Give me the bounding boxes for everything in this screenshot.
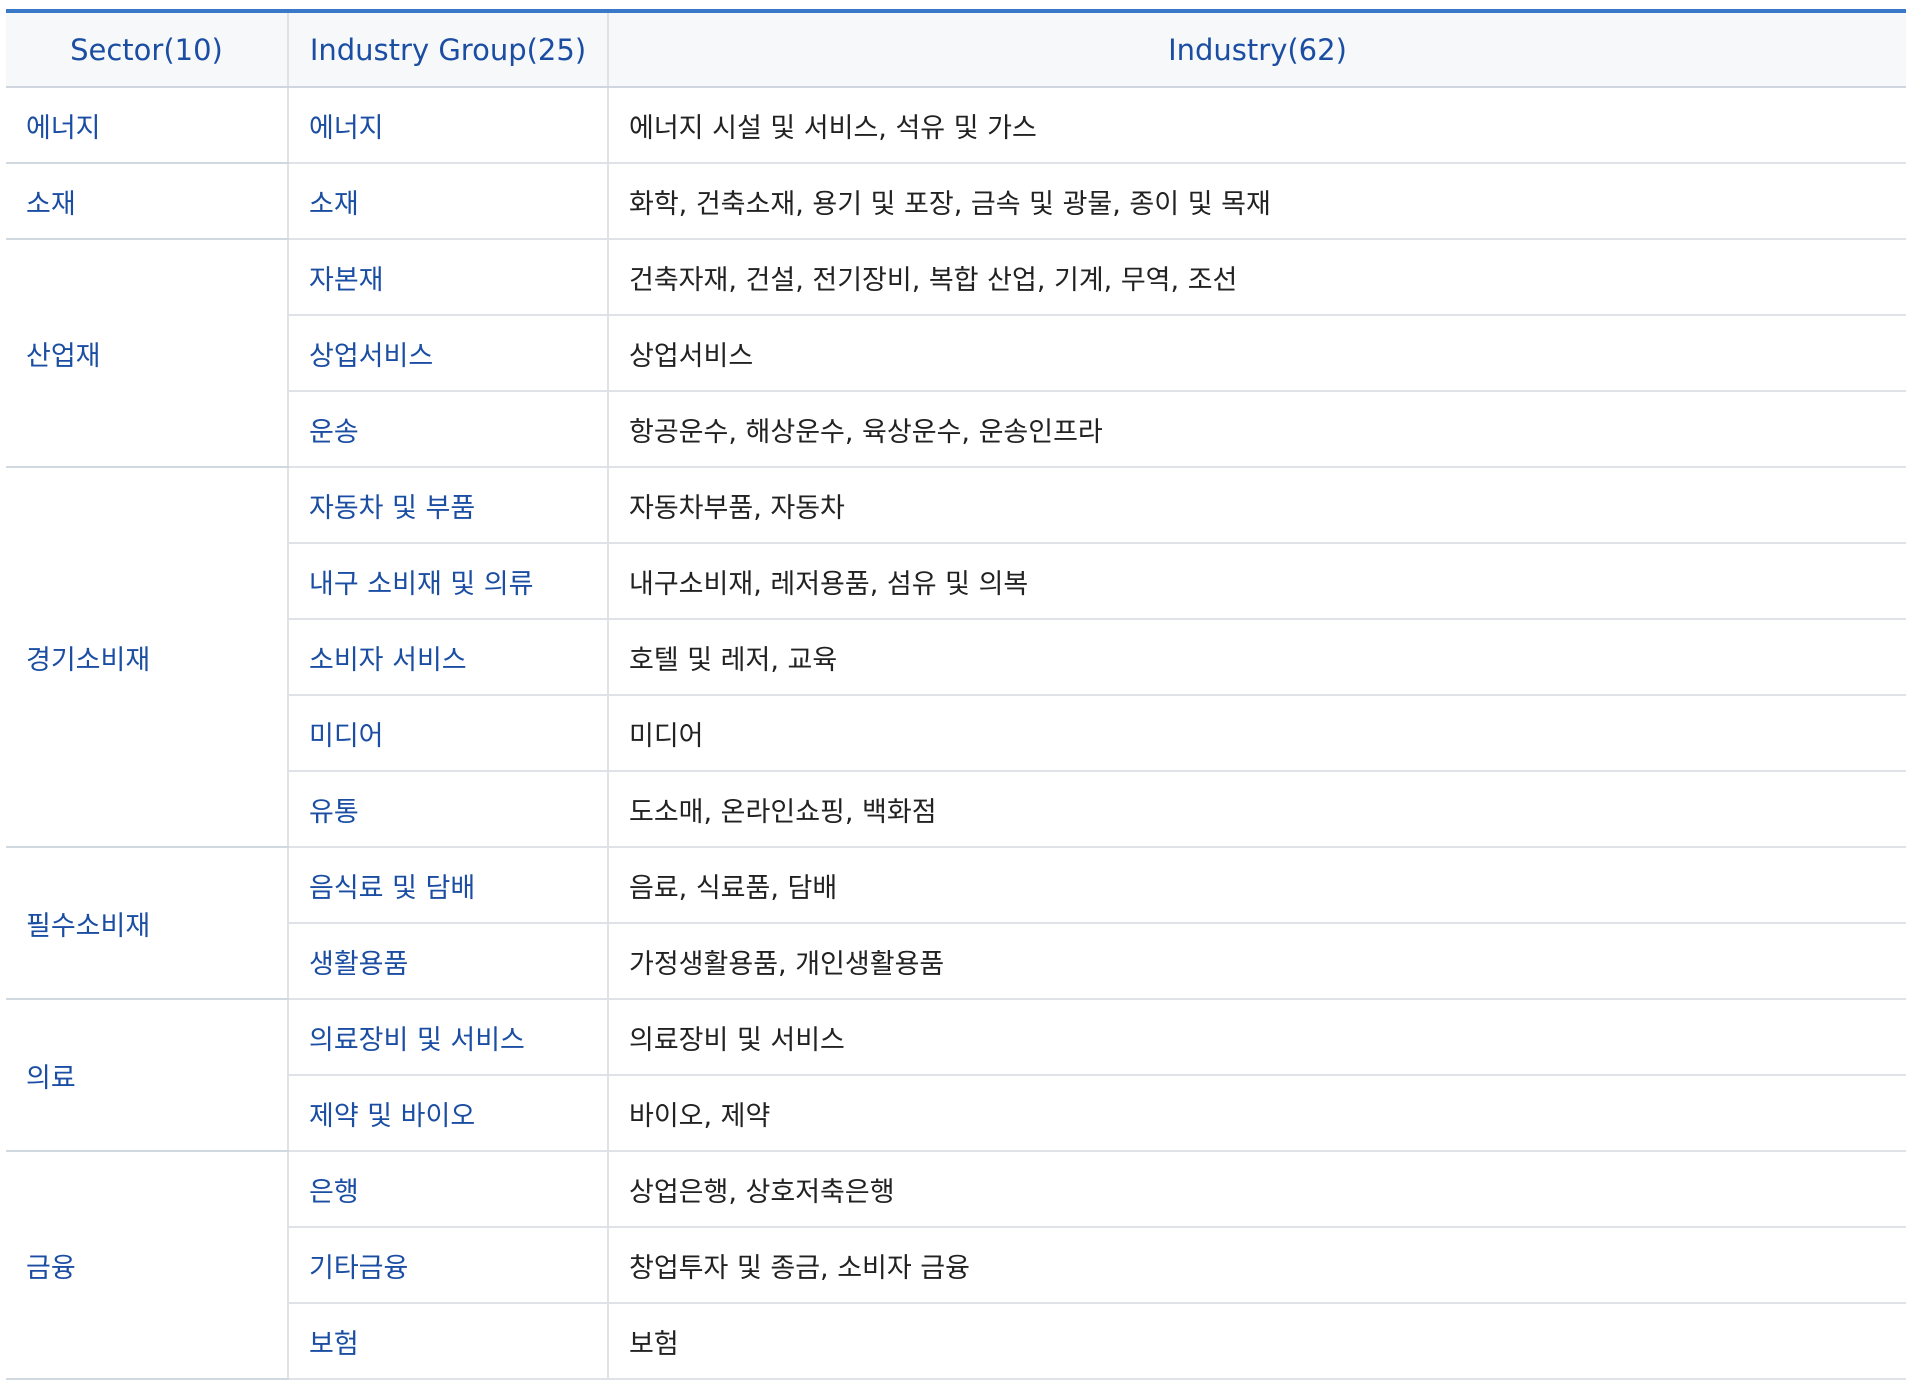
sector-cell: 에너지 — [6, 87, 289, 164]
industry-cell: 호텔 및 레저, 교육 — [608, 619, 1906, 696]
industry-cell: 음료, 식료품, 담배 — [608, 847, 1906, 924]
industry-group-cell: 운송 — [288, 391, 609, 468]
table-row: 금융 은행 상업은행, 상호저축은행 — [6, 1151, 1906, 1380]
sector-cell: 필수소비재 — [6, 847, 289, 1000]
table-row: 필수소비재 음식료 및 담배 음료, 식료품, 담배 — [6, 847, 1906, 1000]
industry-cell: 건축자재, 건설, 전기장비, 복합 산업, 기계, 무역, 조선 — [608, 239, 1906, 316]
table-row: 내구 소비재 및 의류 내구소비재, 레저용품, 섬유 및 의복 — [6, 543, 1906, 620]
industry-group-cell: 에너지 — [288, 87, 609, 164]
table-row: 의료 의료장비 및 서비스 의료장비 및 서비스 — [6, 999, 1906, 1152]
table-row: 기타금융 창업투자 및 종금, 소비자 금융 — [6, 1227, 1906, 1304]
table-row: 제약 및 바이오 바이오, 제약 — [6, 1075, 1906, 1152]
industry-cell: 가정생활용품, 개인생활용품 — [608, 923, 1906, 1000]
industry-group-cell: 소비자 서비스 — [288, 619, 609, 696]
sector-cell: 경기소비재 — [6, 467, 289, 848]
sector-cell: 의료 — [6, 999, 289, 1152]
table-row: 경기소비재 자동차 및 부품 자동차부품, 자동차 — [6, 467, 1906, 848]
table-row: 산업재 자본재 건축자재, 건설, 전기장비, 복합 산업, 기계, 무역, 조… — [6, 239, 1906, 468]
sector-classification-table: Sector(10) Industry Group(25) Industry(6… — [6, 13, 1906, 1380]
industry-cell: 보험 — [608, 1303, 1906, 1380]
industry-group-cell: 은행 — [288, 1151, 609, 1228]
table-header-row: Sector(10) Industry Group(25) Industry(6… — [6, 13, 1906, 88]
table-row: 소재 소재 화학, 건축소재, 용기 및 포장, 금속 및 광물, 종이 및 목… — [6, 163, 1906, 240]
industry-cell: 내구소비재, 레저용품, 섬유 및 의복 — [608, 543, 1906, 620]
sector-cell: 소재 — [6, 163, 289, 240]
table-row: 소비자 서비스 호텔 및 레저, 교육 — [6, 619, 1906, 696]
industry-group-cell: 상업서비스 — [288, 315, 609, 392]
industry-group-cell: 미디어 — [288, 695, 609, 772]
industry-cell: 자동차부품, 자동차 — [608, 467, 1906, 544]
industry-cell: 항공운수, 해상운수, 육상운수, 운송인프라 — [608, 391, 1906, 468]
industry-group-cell: 내구 소비재 및 의류 — [288, 543, 609, 620]
industry-group-cell: 기타금융 — [288, 1227, 609, 1304]
table-row: 유통 도소매, 온라인쇼핑, 백화점 — [6, 771, 1906, 848]
industry-column-header: Industry(62) — [608, 13, 1906, 88]
industry-cell: 바이오, 제약 — [608, 1075, 1906, 1152]
industry-group-cell: 자동차 및 부품 — [288, 467, 609, 544]
industry-group-cell: 제약 및 바이오 — [288, 1075, 609, 1152]
industry-cell: 화학, 건축소재, 용기 및 포장, 금속 및 광물, 종이 및 목재 — [608, 163, 1906, 240]
industry-group-column-header: Industry Group(25) — [288, 13, 609, 88]
table-row: 보험 보험 — [6, 1303, 1906, 1380]
industry-cell: 상업은행, 상호저축은행 — [608, 1151, 1906, 1228]
table-row: 에너지 에너지 에너지 시설 및 서비스, 석유 및 가스 — [6, 87, 1906, 164]
industry-group-cell: 소재 — [288, 163, 609, 240]
industry-group-cell: 생활용품 — [288, 923, 609, 1000]
industry-group-cell: 음식료 및 담배 — [288, 847, 609, 924]
sector-cell: 산업재 — [6, 239, 289, 468]
industry-cell: 상업서비스 — [608, 315, 1906, 392]
industry-cell: 창업투자 및 종금, 소비자 금융 — [608, 1227, 1906, 1304]
industry-group-cell: 의료장비 및 서비스 — [288, 999, 609, 1076]
industry-cell: 의료장비 및 서비스 — [608, 999, 1906, 1076]
industry-cell: 에너지 시설 및 서비스, 석유 및 가스 — [608, 87, 1906, 164]
table-row: 생활용품 가정생활용품, 개인생활용품 — [6, 923, 1906, 1000]
table-row: 미디어 미디어 — [6, 695, 1906, 772]
table-row: 상업서비스 상업서비스 — [6, 315, 1906, 392]
sector-cell: 금융 — [6, 1151, 289, 1380]
sector-column-header: Sector(10) — [6, 13, 289, 88]
industry-group-cell: 보험 — [288, 1303, 609, 1380]
table-row: 운송 항공운수, 해상운수, 육상운수, 운송인프라 — [6, 391, 1906, 468]
industry-cell: 미디어 — [608, 695, 1906, 772]
industry-group-cell: 자본재 — [288, 239, 609, 316]
industry-group-cell: 유통 — [288, 771, 609, 848]
sector-classification-table-container: Sector(10) Industry Group(25) Industry(6… — [6, 9, 1906, 1380]
industry-cell: 도소매, 온라인쇼핑, 백화점 — [608, 771, 1906, 848]
